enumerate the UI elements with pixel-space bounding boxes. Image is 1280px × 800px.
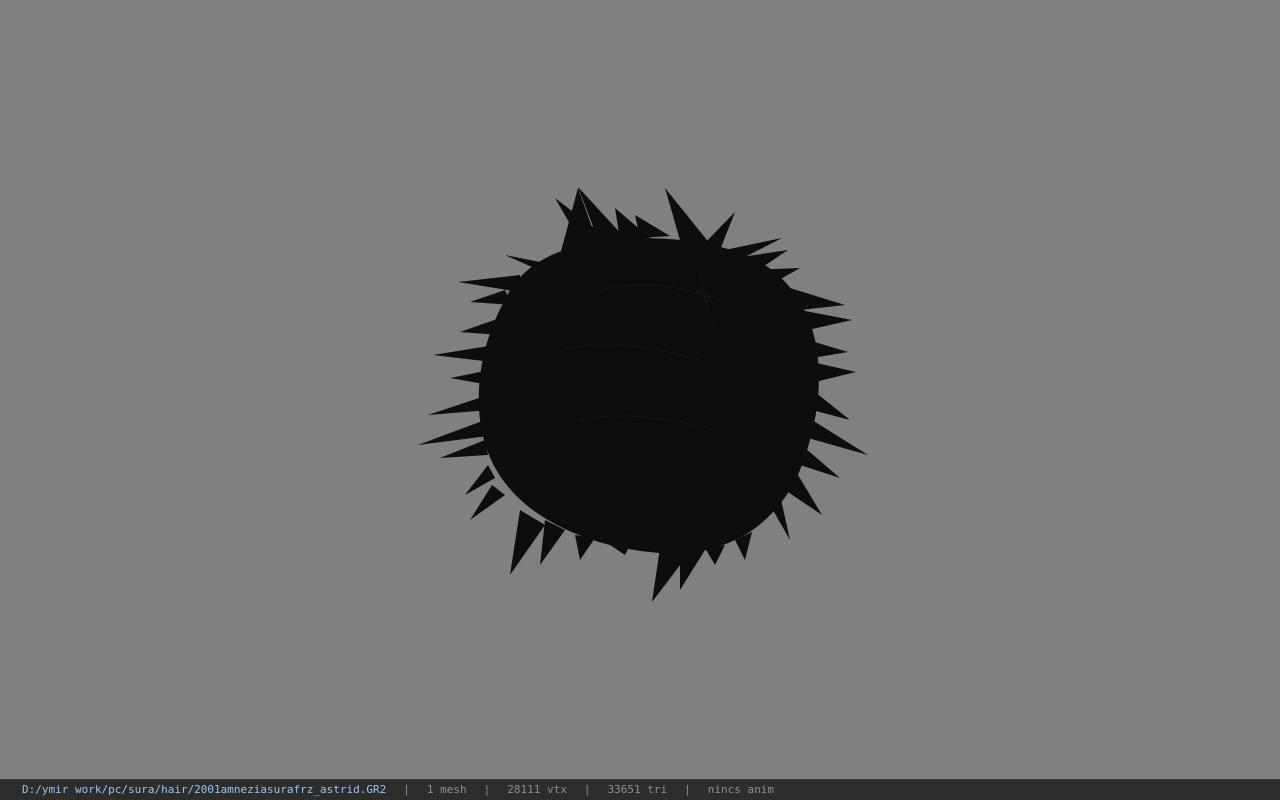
hair-spike xyxy=(635,215,670,238)
hair-spike xyxy=(808,420,868,455)
separator: | xyxy=(403,783,410,796)
animation-status: nincs anim xyxy=(707,783,774,796)
hair-spike xyxy=(470,485,505,520)
vertex-count: 28111 vtx xyxy=(507,783,567,796)
hair-spike xyxy=(800,448,840,478)
hair-spike xyxy=(450,370,490,385)
separator: | xyxy=(483,783,491,796)
hair-spike xyxy=(610,545,630,555)
file-path: D:/ymir work/pc/sura/hair/2001amneziasur… xyxy=(22,783,387,796)
hair-spike xyxy=(510,510,545,575)
hair-mass xyxy=(478,238,819,554)
hair-spike xyxy=(470,290,512,305)
hair-spike xyxy=(460,318,500,335)
status-bar: D:/ymir work/pc/sura/hair/2001amneziasur… xyxy=(0,779,1280,800)
hair-spike xyxy=(808,340,848,358)
triangle-count: 33651 tri xyxy=(607,783,668,796)
mesh-count: 1 mesh xyxy=(426,783,467,796)
hair-spike xyxy=(680,550,705,590)
separator: | xyxy=(583,783,591,796)
hair-spike xyxy=(458,275,520,292)
3d-viewport[interactable] xyxy=(0,0,1280,779)
hair-model-render xyxy=(418,187,868,602)
hair-spike xyxy=(418,420,488,445)
hair-spike xyxy=(575,535,595,560)
hair-spike xyxy=(812,392,850,420)
hair-spike xyxy=(440,440,488,458)
hair-spike xyxy=(700,212,735,255)
hair-spike xyxy=(812,362,856,382)
hair-spike xyxy=(800,310,852,330)
hair-spike xyxy=(705,545,725,565)
separator: | xyxy=(684,783,691,796)
hair-spike xyxy=(433,345,495,362)
